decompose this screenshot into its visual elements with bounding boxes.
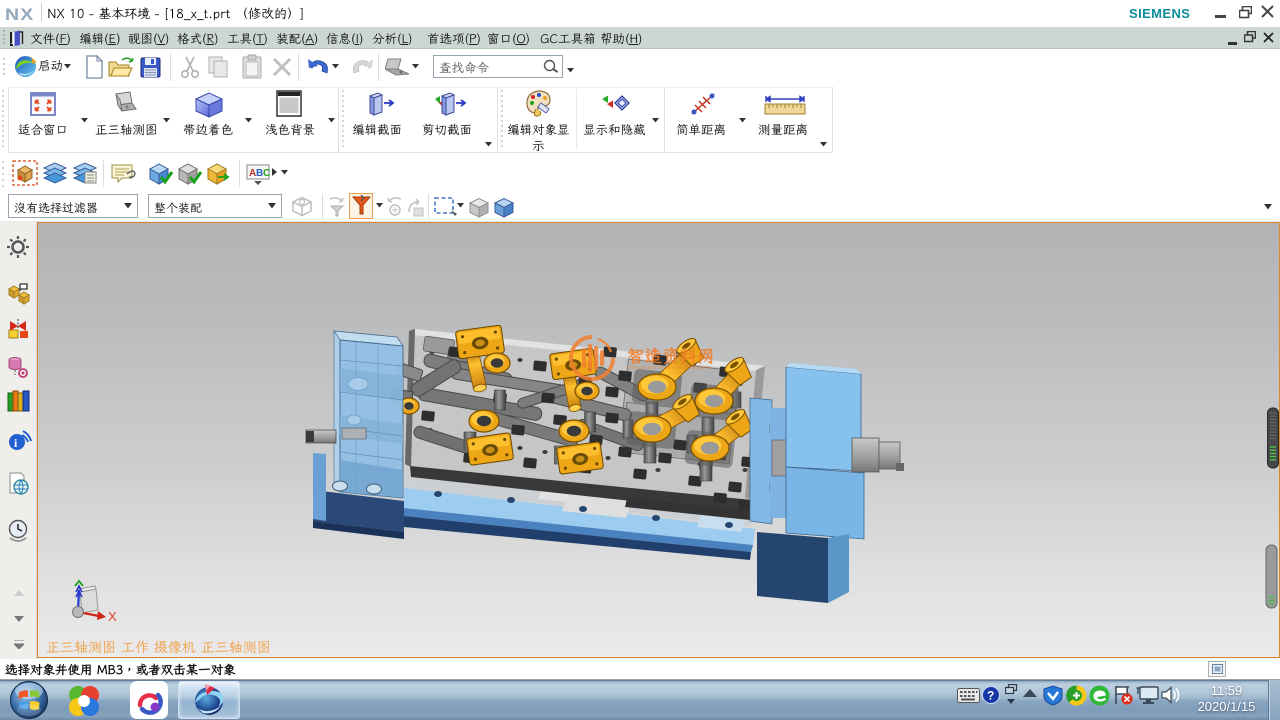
svg-text:?: ?: [987, 689, 994, 703]
svg-text:C: C: [263, 168, 270, 179]
svg-text:X: X: [108, 609, 117, 624]
